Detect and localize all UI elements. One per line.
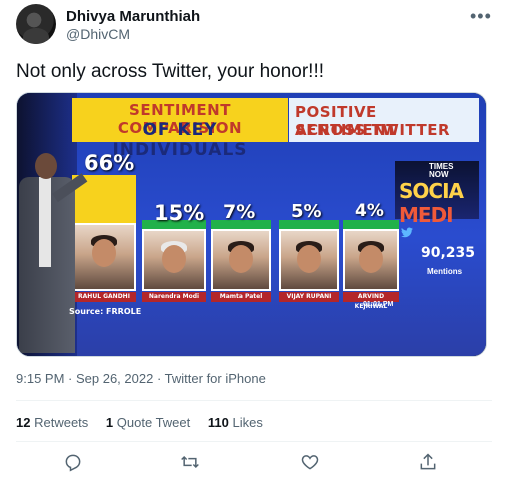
quotes-stat[interactable]: 1 Quote Tweet: [106, 415, 190, 430]
tweet-text: Not only across Twitter, your honor!!!: [16, 61, 325, 82]
display-name[interactable]: Dhivya Marunthiah: [66, 8, 200, 25]
news-anchor: [19, 153, 88, 353]
tweet-stats: 12 Retweets 1 Quote Tweet 110 Likes: [16, 415, 277, 430]
tweet-actions: [0, 452, 508, 482]
chart-category-label: Narendra Modi: [142, 292, 206, 302]
reply-icon[interactable]: [63, 452, 89, 478]
twitter-bird-icon: [401, 227, 413, 241]
candidate-photo: [142, 229, 206, 291]
chart-value-label: 5%: [291, 201, 322, 222]
tweet-date[interactable]: Sep 26, 2022: [76, 371, 153, 386]
user-handle[interactable]: @DhivCM: [66, 26, 130, 42]
chart-subtitle-line2: ACROSS TWITTER: [295, 121, 451, 139]
tweet-source[interactable]: Twitter for iPhone: [165, 371, 266, 386]
candidate-photo: [72, 223, 136, 291]
retweets-count: 12: [16, 415, 31, 430]
retweets-label: Retweets: [34, 415, 89, 430]
avatar[interactable]: [16, 4, 56, 44]
chart-bar: [343, 220, 399, 229]
broadcast-time: 01:01 PM: [363, 301, 394, 308]
chart-category-label: VIJAY RUPANI: [279, 292, 339, 302]
like-icon[interactable]: [300, 452, 326, 478]
candidate-photo: [279, 229, 339, 291]
candidate-photo: [343, 229, 399, 291]
likes-label: Likes: [232, 415, 263, 430]
divider: [16, 441, 492, 442]
chart-value-label: 66%: [84, 151, 135, 175]
retweets-stat[interactable]: 12 Retweets: [16, 415, 88, 430]
likes-count: 110: [207, 415, 229, 430]
candidate-photo: [211, 229, 271, 291]
likes-stat[interactable]: 110 Likes: [208, 415, 263, 430]
tweet-media-image[interactable]: SENTIMENT COMPARISION OF KEY INDIVIDUALS…: [16, 92, 487, 357]
quotes-label: Quote Tweet: [116, 415, 191, 430]
chart-category-label: Mamta Patel: [211, 292, 271, 302]
chart-category-label: RAHUL GANDHI: [72, 292, 136, 302]
more-icon[interactable]: •••: [470, 6, 492, 27]
channel-social: SOCIA: [399, 179, 464, 203]
channel-now: NOW: [429, 170, 449, 179]
channel-media: MEDI: [399, 203, 454, 227]
chart-value-label: 4%: [355, 201, 384, 221]
channel-social-text: SOCIA MEDI: [399, 179, 464, 227]
mentions-label: Mentions: [427, 267, 463, 276]
twitter-count: 90,235: [421, 245, 476, 261]
divider: [16, 400, 492, 401]
channel-logo: TIMES NOW SOCIA MEDI: [395, 161, 479, 227]
share-icon[interactable]: [418, 452, 444, 478]
chart-title-box: SENTIMENT COMPARISION OF KEY INDIVIDUALS: [72, 98, 288, 160]
quotes-count: 1: [105, 415, 114, 430]
retweet-icon[interactable]: [180, 452, 206, 478]
chart-value-label: 7%: [223, 201, 256, 223]
channel-times-text: TIMES NOW: [429, 163, 453, 179]
tweet-meta: 9:15 PM · Sep 26, 2022 · Twitter for iPh…: [16, 371, 266, 386]
tweet-time[interactable]: 9:15 PM: [16, 371, 64, 386]
chart-value-label: 15%: [154, 201, 205, 225]
chart-source: Source: FRROLE: [69, 307, 142, 316]
chart-subtitle-box: POSITIVE SENTIMENT ACROSS TWITTER: [289, 98, 479, 142]
tweet-card: Dhivya Marunthiah @DhivCM ••• Not only a…: [0, 0, 508, 491]
